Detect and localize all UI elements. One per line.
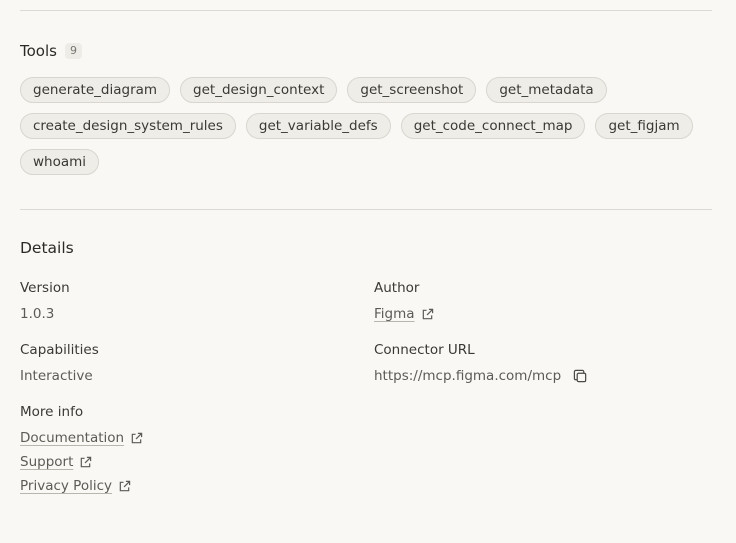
version-label: Version (20, 280, 70, 296)
author-link[interactable]: Figma (374, 306, 415, 322)
tool-chip: whoami (20, 149, 100, 175)
section-divider (20, 209, 712, 210)
tool-chip: create_design_system_rules (20, 113, 236, 139)
tool-chip: get_design_context (180, 77, 338, 103)
author-value-row: Figma (374, 306, 434, 322)
connector-url-row: https://mcp.figma.com/mcp (374, 368, 588, 384)
details-title: Details (20, 239, 74, 257)
tool-chip: get_metadata (486, 77, 607, 103)
external-link-icon[interactable] (421, 308, 434, 321)
privacy-policy-link[interactable]: Privacy Policy (20, 478, 112, 494)
connector-url-value: https://mcp.figma.com/mcp (374, 368, 562, 384)
tool-chip: get_code_connect_map (400, 113, 586, 139)
connector-details-page: Tools 9 generate_diagram get_design_cont… (0, 0, 736, 543)
capabilities-value: Interactive (20, 368, 93, 384)
tools-header: Tools 9 (20, 40, 82, 62)
version-value: 1.0.3 (20, 306, 55, 322)
more-info-label: More info (20, 404, 84, 420)
capabilities-label: Capabilities (20, 342, 99, 358)
external-link-icon[interactable] (118, 480, 131, 493)
documentation-link-row: Documentation (20, 430, 143, 446)
connector-url-label: Connector URL (374, 342, 475, 358)
tools-count-badge: 9 (64, 43, 82, 59)
tool-chip: get_figjam (595, 113, 693, 139)
support-link-row: Support (20, 454, 92, 470)
tool-chip: get_screenshot (347, 77, 477, 103)
tools-list: generate_diagram get_design_context get_… (20, 77, 720, 175)
tool-chip: get_variable_defs (245, 113, 391, 139)
tool-chip: generate_diagram (20, 77, 171, 103)
privacy-policy-link-row: Privacy Policy (20, 478, 131, 494)
author-label: Author (374, 280, 420, 296)
support-link[interactable]: Support (20, 454, 73, 470)
copy-icon[interactable] (573, 369, 588, 384)
tools-title: Tools (20, 42, 57, 60)
external-link-icon[interactable] (130, 432, 143, 445)
external-link-icon[interactable] (79, 456, 92, 469)
top-divider (20, 10, 712, 11)
documentation-link[interactable]: Documentation (20, 430, 124, 446)
